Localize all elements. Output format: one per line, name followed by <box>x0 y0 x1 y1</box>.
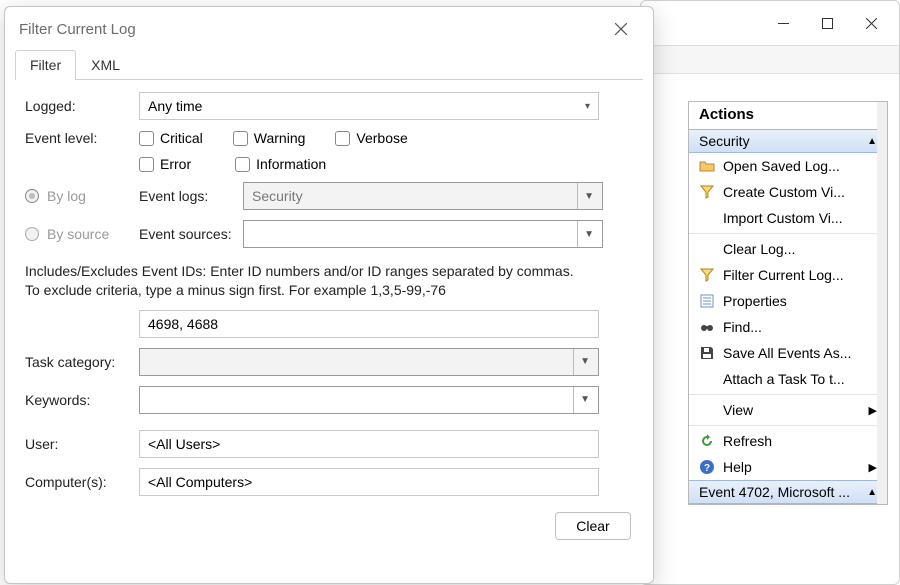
logged-value: Any time <box>148 98 202 114</box>
blank-icon <box>699 241 715 257</box>
actions-group2-label: Event 4702, Microsoft ... <box>699 484 850 500</box>
label-user: User: <box>25 436 135 452</box>
label-computers: Computer(s): <box>25 474 135 490</box>
close-button[interactable] <box>603 15 639 43</box>
actions-group-label: Security <box>699 133 750 149</box>
action-filter-current-log[interactable]: Filter Current Log... <box>689 262 887 288</box>
funnel-icon <box>699 184 715 200</box>
binoculars-icon <box>699 319 715 335</box>
funnel-icon <box>699 267 715 283</box>
actions-group-event[interactable]: Event 4702, Microsoft ... ▲ <box>689 480 887 504</box>
dropdown-arrow-icon: ▼ <box>577 221 594 247</box>
actions-title: Actions <box>689 102 887 129</box>
dialog-titlebar: Filter Current Log <box>5 7 653 49</box>
include-exclude-desc: Includes/Excludes Event IDs: Enter ID nu… <box>25 258 585 300</box>
user-input[interactable] <box>139 430 599 458</box>
collapse-icon: ▲ <box>867 487 877 498</box>
filter-dialog: Filter Current Log Filter XML Logged: An… <box>4 6 654 584</box>
checkbox-verbose[interactable]: Verbose <box>335 130 407 146</box>
action-import-custom-view[interactable]: Import Custom Vi... <box>689 205 887 231</box>
task-category-dropdown[interactable]: ▼ <box>139 348 599 376</box>
action-refresh[interactable]: Refresh <box>689 428 887 454</box>
label-task-category: Task category: <box>25 354 135 370</box>
blank-icon <box>699 371 715 387</box>
action-properties[interactable]: Properties <box>689 288 887 314</box>
properties-icon <box>699 293 715 309</box>
minimize-button[interactable] <box>761 8 805 38</box>
collapse-icon: ▲ <box>867 136 877 147</box>
action-clear-log[interactable]: Clear Log... <box>689 236 887 262</box>
action-create-custom-view[interactable]: Create Custom Vi... <box>689 179 887 205</box>
dropdown-arrow-icon: ▼ <box>573 349 590 375</box>
svg-text:?: ? <box>704 463 710 474</box>
tabs: Filter XML <box>5 49 653 79</box>
bg-toolbar <box>641 46 899 74</box>
event-viewer-window: Actions Security ▲ Open Saved Log... Cre… <box>640 0 900 585</box>
radio-by-source[interactable]: By source <box>25 226 135 242</box>
bg-titlebar <box>641 1 899 45</box>
clear-button[interactable]: Clear <box>555 512 631 540</box>
submenu-arrow-icon: ▶ <box>869 404 877 417</box>
action-view[interactable]: View ▶ <box>689 397 887 423</box>
label-event-sources: Event sources: <box>139 226 243 242</box>
label-event-level: Event level: <box>25 130 135 146</box>
action-attach-task[interactable]: Attach a Task To t... <box>689 366 887 392</box>
tab-xml[interactable]: XML <box>76 50 135 80</box>
event-sources-dropdown[interactable]: ▼ <box>243 220 603 248</box>
label-event-logs: Event logs: <box>139 188 243 204</box>
dropdown-arrow-icon: ▼ <box>577 183 594 209</box>
actions-pane: Actions Security ▲ Open Saved Log... Cre… <box>688 101 888 505</box>
action-help[interactable]: ? Help ▶ <box>689 454 887 480</box>
tab-filter[interactable]: Filter <box>15 50 76 80</box>
chevron-down-icon: ▾ <box>585 101 590 112</box>
label-logged: Logged: <box>25 98 135 114</box>
event-ids-input[interactable] <box>139 310 599 338</box>
event-logs-value: Security <box>252 188 303 204</box>
checkbox-error[interactable]: Error <box>139 156 191 172</box>
blank-icon <box>699 210 715 226</box>
checkbox-warning[interactable]: Warning <box>233 130 306 146</box>
actions-group-security[interactable]: Security ▲ <box>689 129 887 153</box>
radio-icon <box>25 227 39 241</box>
computers-input[interactable] <box>139 468 599 496</box>
action-find[interactable]: Find... <box>689 314 887 340</box>
event-logs-dropdown[interactable]: Security ▼ <box>243 182 603 210</box>
radio-by-log[interactable]: By log <box>25 188 135 204</box>
maximize-button[interactable] <box>805 8 849 38</box>
action-save-all-events[interactable]: Save All Events As... <box>689 340 887 366</box>
actions-scrollbar[interactable] <box>877 102 887 504</box>
label-keywords: Keywords: <box>25 392 135 408</box>
bg-close-button[interactable] <box>849 8 893 38</box>
save-icon <box>699 345 715 361</box>
dropdown-arrow-icon: ▼ <box>573 387 590 413</box>
dialog-title: Filter Current Log <box>19 21 136 38</box>
radio-icon <box>25 189 39 203</box>
refresh-icon <box>699 433 715 449</box>
folder-icon <box>699 158 715 174</box>
blank-icon <box>699 402 715 418</box>
checkbox-critical[interactable]: Critical <box>139 130 203 146</box>
keywords-dropdown[interactable]: ▼ <box>139 386 599 414</box>
checkbox-information[interactable]: Information <box>235 156 326 172</box>
help-icon: ? <box>699 459 715 475</box>
submenu-arrow-icon: ▶ <box>869 461 877 474</box>
action-open-saved-log[interactable]: Open Saved Log... <box>689 153 887 179</box>
logged-dropdown[interactable]: Any time ▾ <box>139 92 599 120</box>
